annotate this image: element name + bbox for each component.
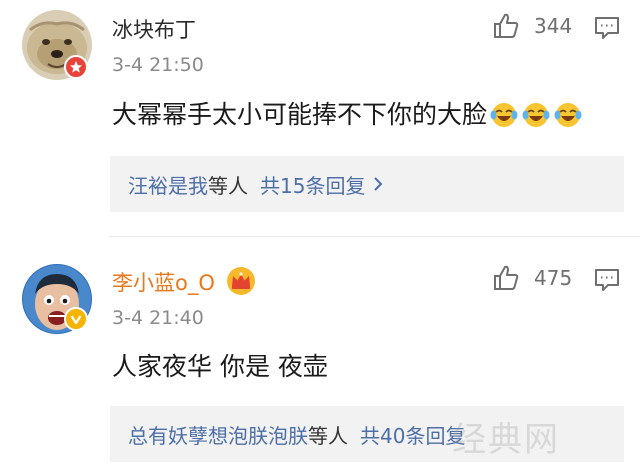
reply-total-link[interactable]: 共40条回复 xyxy=(360,420,465,449)
comment-text: 人家夜华 你是 夜壶 xyxy=(112,352,328,382)
verified-v-badge xyxy=(64,307,88,331)
reply-etc-label: 等人 xyxy=(308,423,348,448)
reply-button[interactable] xyxy=(594,268,620,296)
reply-user-names[interactable]: 总有妖孽想泡朕泡朕 xyxy=(128,420,308,449)
username[interactable]: 李小蓝o_O xyxy=(112,270,215,296)
replies-preview[interactable]: 总有妖孽想泡朕泡朕 等人 共40条回复 xyxy=(110,406,624,462)
timestamp: 3-4 21:40 xyxy=(112,307,204,329)
thumbs-up-icon xyxy=(494,265,519,290)
like-count: 475 xyxy=(534,266,573,290)
like-button[interactable]: 475 xyxy=(492,264,572,292)
comment-text-body: 人家夜华 你是 夜壶 xyxy=(112,352,328,381)
comment-icon xyxy=(595,269,619,291)
comment-item: 李小蓝o_O 3-4 21:40 475 人家夜华 你是 夜壶 总有妖孽想泡朕泡… xyxy=(0,0,640,475)
crown-icon xyxy=(227,267,255,295)
